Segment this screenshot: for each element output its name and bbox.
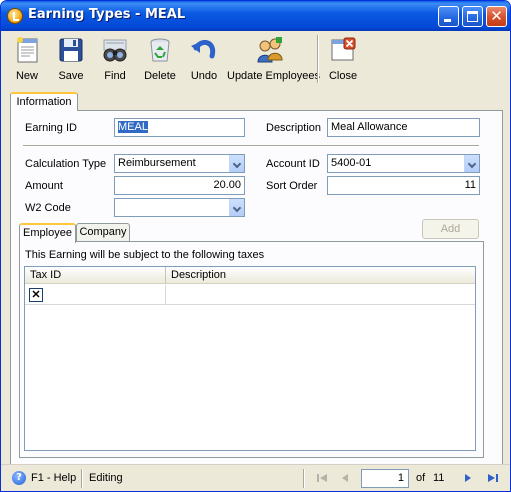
minimize-icon (444, 19, 451, 22)
tax-grid[interactable]: Tax ID Description ✕ (24, 266, 476, 451)
sort-order-label: Sort Order (266, 180, 318, 192)
close-label: Close (328, 70, 358, 82)
close-window-icon (331, 37, 356, 61)
chevron-down-icon[interactable] (229, 199, 244, 216)
column-header-tax-id[interactable]: Tax ID (25, 267, 166, 284)
mode-text: Editing (89, 472, 123, 484)
status-bar: ? F1 - Help Editing 1 of 11 (1, 464, 510, 491)
account-id-value: 5400-01 (331, 157, 372, 169)
find-button[interactable]: Find (95, 34, 135, 84)
status-separator (303, 469, 305, 488)
amount-field[interactable]: 20.00 (114, 176, 245, 195)
tab-employee[interactable]: Employee (19, 223, 76, 243)
tax-id-cell[interactable]: ✕ (25, 285, 166, 305)
next-record-icon (465, 474, 471, 482)
column-header-description[interactable]: Description (166, 267, 475, 284)
title-bar[interactable]: Earning Types - MEAL ✕ (1, 1, 510, 31)
previous-record-button[interactable] (338, 471, 352, 485)
sort-order-field[interactable]: 11 (327, 176, 480, 195)
new-document-icon (17, 37, 38, 63)
new-label: New (15, 70, 38, 82)
first-record-button[interactable] (315, 471, 329, 485)
earning-id-value: MEAL (118, 121, 148, 133)
undo-button[interactable]: Undo (185, 34, 223, 84)
minimize-button[interactable] (438, 6, 459, 27)
next-record-button[interactable] (461, 471, 475, 485)
update-employees-icon (257, 37, 283, 63)
toolbar-separator (317, 35, 319, 83)
delete-label: Delete (144, 70, 176, 82)
recycle-bin-icon (150, 38, 170, 62)
tab-information[interactable]: Information (10, 92, 78, 111)
first-record-icon (317, 474, 327, 482)
calculation-type-label: Calculation Type (25, 158, 107, 170)
close-window-button[interactable]: ✕ (486, 6, 507, 27)
undo-label: Undo (190, 70, 218, 82)
description-cell[interactable] (166, 285, 475, 305)
earning-id-field[interactable]: MEAL (114, 118, 245, 137)
calculation-type-value: Reimbursement (118, 157, 196, 169)
calculation-type-select[interactable]: Reimbursement (114, 154, 245, 173)
new-button[interactable]: New (7, 34, 47, 84)
save-label: Save (58, 70, 84, 82)
description-label: Description (266, 122, 322, 134)
app-icon (7, 8, 23, 24)
earning-types-window: Earning Types - MEAL ✕ New Save Find Del… (0, 0, 511, 492)
table-row[interactable]: ✕ (25, 285, 475, 305)
update-employees-label: Update Employees (227, 70, 320, 82)
delete-button[interactable]: Delete (139, 34, 181, 84)
w2-code-label: W2 Code (25, 202, 71, 214)
form-divider (23, 145, 479, 147)
help-text[interactable]: F1 - Help (31, 472, 76, 484)
last-record-icon (488, 474, 498, 482)
close-button[interactable]: Close (323, 34, 363, 84)
account-id-label: Account ID (266, 158, 320, 170)
description-field[interactable]: Meal Allowance (327, 118, 480, 137)
subject-taxes-text: This Earning will be subject to the foll… (25, 249, 265, 261)
delete-row-icon[interactable]: ✕ (29, 288, 43, 302)
save-button[interactable]: Save (51, 34, 91, 84)
maximize-button[interactable] (462, 6, 483, 27)
undo-arrow-icon (191, 39, 216, 59)
update-employees-button[interactable]: Update Employees (227, 34, 320, 84)
previous-record-icon (342, 474, 348, 482)
chevron-down-icon[interactable] (229, 155, 244, 172)
page-number-input[interactable]: 1 (361, 469, 409, 488)
close-icon: ✕ (490, 7, 503, 25)
add-button[interactable]: Add (422, 219, 479, 239)
w2-code-select[interactable] (114, 198, 245, 217)
status-separator (81, 469, 83, 488)
chevron-down-icon[interactable] (464, 155, 479, 172)
total-pages: 11 (433, 472, 445, 484)
of-label: of (416, 472, 426, 484)
help-icon[interactable]: ? (12, 471, 26, 485)
floppy-disk-icon (59, 38, 83, 62)
account-id-select[interactable]: 5400-01 (327, 154, 480, 173)
toolbar: New Save Find Delete Undo Update Employe… (1, 31, 510, 86)
maximize-icon (467, 11, 478, 22)
grid-header: Tax ID Description (25, 267, 475, 284)
last-record-button[interactable] (486, 471, 500, 485)
window-title: Earning Types - MEAL (28, 7, 186, 22)
earning-id-label: Earning ID (25, 122, 77, 134)
tab-company[interactable]: Company (76, 223, 130, 242)
find-label: Find (104, 70, 126, 82)
amount-label: Amount (25, 180, 63, 192)
binoculars-icon (103, 39, 127, 62)
